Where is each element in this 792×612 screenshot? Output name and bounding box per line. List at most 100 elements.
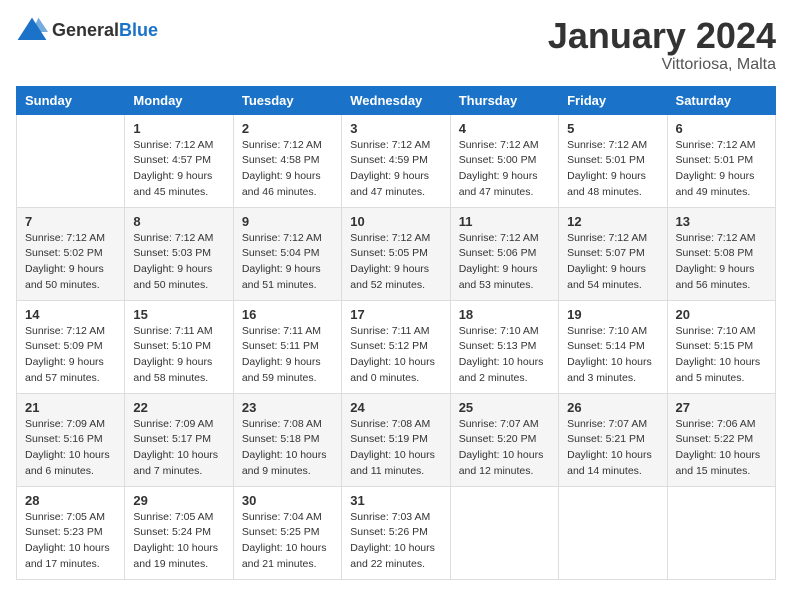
calendar-cell: 27Sunrise: 7:06 AM Sunset: 5:22 PM Dayli… bbox=[667, 393, 775, 486]
calendar-cell: 26 Sunrise: 7:07 AM Sunset: 5:21 PM Dayli… bbox=[559, 393, 667, 486]
header-thursday: Thursday bbox=[450, 86, 558, 114]
calendar-table: Sunday Monday Tuesday Wednesday Thursday… bbox=[16, 86, 776, 580]
day-info: Sunrise: 7:03 AM Sunset: 5:26 PM Dayligh… bbox=[350, 510, 441, 573]
day-info: Sunrise: 7:08 AM Sunset: 5:19 PM Dayligh… bbox=[350, 417, 441, 480]
header-tuesday: Tuesday bbox=[233, 86, 341, 114]
calendar-cell: 18 Sunrise: 7:10 AM Sunset: 5:13 PM Dayli… bbox=[450, 300, 558, 393]
day-info: Sunrise: 7:05 AM Sunset: 5:24 PM Dayligh… bbox=[133, 510, 224, 573]
calendar-cell: 7Sunrise: 7:12 AM Sunset: 5:02 PM Daylig… bbox=[17, 207, 125, 300]
header-sunday: Sunday bbox=[17, 86, 125, 114]
day-number: 6 bbox=[676, 121, 767, 136]
logo-icon bbox=[16, 16, 48, 44]
day-info: Sunrise: 7:12 AM Sunset: 5:03 PM Dayligh… bbox=[133, 231, 224, 294]
header-saturday: Saturday bbox=[667, 86, 775, 114]
day-info: Sunrise: 7:05 AM Sunset: 5:23 PM Dayligh… bbox=[25, 510, 116, 573]
calendar-cell: 21 Sunrise: 7:09 AM Sunset: 5:16 PM Dayli… bbox=[17, 393, 125, 486]
calendar-cell: 1 Sunrise: 7:12 AM Sunset: 4:57 PM Daylig… bbox=[125, 114, 233, 207]
day-info: Sunrise: 7:12 AM Sunset: 4:58 PM Dayligh… bbox=[242, 138, 333, 201]
calendar-cell: 14 Sunrise: 7:12 AM Sunset: 5:09 PM Dayli… bbox=[17, 300, 125, 393]
calendar-cell: 16 Sunrise: 7:11 AM Sunset: 5:11 PM Dayli… bbox=[233, 300, 341, 393]
day-number: 16 bbox=[242, 307, 333, 322]
day-info: Sunrise: 7:12 AM Sunset: 4:57 PM Dayligh… bbox=[133, 138, 224, 201]
day-number: 26 bbox=[567, 400, 658, 415]
calendar-cell: 2 Sunrise: 7:12 AM Sunset: 4:58 PM Daylig… bbox=[233, 114, 341, 207]
day-number: 5 bbox=[567, 121, 658, 136]
day-number: 24 bbox=[350, 400, 441, 415]
calendar-cell: 20Sunrise: 7:10 AM Sunset: 5:15 PM Dayli… bbox=[667, 300, 775, 393]
day-number: 23 bbox=[242, 400, 333, 415]
day-number: 17 bbox=[350, 307, 441, 322]
day-number: 29 bbox=[133, 493, 224, 508]
header-wednesday: Wednesday bbox=[342, 86, 450, 114]
day-number: 14 bbox=[25, 307, 116, 322]
week-row-5: 28 Sunrise: 7:05 AM Sunset: 5:23 PM Dayli… bbox=[17, 486, 776, 579]
calendar-cell: 17 Sunrise: 7:11 AM Sunset: 5:12 PM Dayli… bbox=[342, 300, 450, 393]
day-number: 21 bbox=[25, 400, 116, 415]
calendar-cell: 23 Sunrise: 7:08 AM Sunset: 5:18 PM Dayli… bbox=[233, 393, 341, 486]
page-header: GeneralBlue January 2024 Vittoriosa, Mal… bbox=[16, 16, 776, 74]
day-number: 18 bbox=[459, 307, 550, 322]
calendar-cell: 12Sunrise: 7:12 AM Sunset: 5:07 PM Dayli… bbox=[559, 207, 667, 300]
calendar-cell: 31 Sunrise: 7:03 AM Sunset: 5:26 PM Dayli… bbox=[342, 486, 450, 579]
header-friday: Friday bbox=[559, 86, 667, 114]
day-info: Sunrise: 7:10 AM Sunset: 5:15 PM Dayligh… bbox=[676, 324, 767, 387]
day-info: Sunrise: 7:10 AM Sunset: 5:13 PM Dayligh… bbox=[459, 324, 550, 387]
day-number: 1 bbox=[133, 121, 224, 136]
day-number: 25 bbox=[459, 400, 550, 415]
day-number: 8 bbox=[133, 214, 224, 229]
day-number: 15 bbox=[133, 307, 224, 322]
day-info: Sunrise: 7:12 AM Sunset: 5:04 PM Dayligh… bbox=[242, 231, 333, 294]
day-info: Sunrise: 7:08 AM Sunset: 5:18 PM Dayligh… bbox=[242, 417, 333, 480]
day-info: Sunrise: 7:11 AM Sunset: 5:11 PM Dayligh… bbox=[242, 324, 333, 387]
day-info: Sunrise: 7:12 AM Sunset: 5:08 PM Dayligh… bbox=[676, 231, 767, 294]
day-info: Sunrise: 7:04 AM Sunset: 5:25 PM Dayligh… bbox=[242, 510, 333, 573]
day-number: 9 bbox=[242, 214, 333, 229]
calendar-cell bbox=[450, 486, 558, 579]
day-info: Sunrise: 7:12 AM Sunset: 5:01 PM Dayligh… bbox=[676, 138, 767, 201]
header-row: Sunday Monday Tuesday Wednesday Thursday… bbox=[17, 86, 776, 114]
week-row-3: 14 Sunrise: 7:12 AM Sunset: 5:09 PM Dayli… bbox=[17, 300, 776, 393]
day-info: Sunrise: 7:12 AM Sunset: 5:09 PM Dayligh… bbox=[25, 324, 116, 387]
calendar-body: 1 Sunrise: 7:12 AM Sunset: 4:57 PM Daylig… bbox=[17, 114, 776, 579]
day-info: Sunrise: 7:12 AM Sunset: 5:05 PM Dayligh… bbox=[350, 231, 441, 294]
calendar-cell bbox=[667, 486, 775, 579]
calendar-cell: 28 Sunrise: 7:05 AM Sunset: 5:23 PM Dayli… bbox=[17, 486, 125, 579]
calendar-cell: 15Sunrise: 7:11 AM Sunset: 5:10 PM Dayli… bbox=[125, 300, 233, 393]
day-info: Sunrise: 7:12 AM Sunset: 5:00 PM Dayligh… bbox=[459, 138, 550, 201]
calendar-cell: 29 Sunrise: 7:05 AM Sunset: 5:24 PM Dayli… bbox=[125, 486, 233, 579]
week-row-4: 21 Sunrise: 7:09 AM Sunset: 5:16 PM Dayli… bbox=[17, 393, 776, 486]
calendar-cell: 6 Sunrise: 7:12 AM Sunset: 5:01 PM Daylig… bbox=[667, 114, 775, 207]
calendar-cell: 22Sunrise: 7:09 AM Sunset: 5:17 PM Dayli… bbox=[125, 393, 233, 486]
calendar-cell bbox=[559, 486, 667, 579]
location-subtitle: Vittoriosa, Malta bbox=[548, 56, 776, 74]
day-info: Sunrise: 7:12 AM Sunset: 5:06 PM Dayligh… bbox=[459, 231, 550, 294]
calendar-cell: 3 Sunrise: 7:12 AM Sunset: 4:59 PM Daylig… bbox=[342, 114, 450, 207]
day-info: Sunrise: 7:06 AM Sunset: 5:22 PM Dayligh… bbox=[676, 417, 767, 480]
day-info: Sunrise: 7:07 AM Sunset: 5:20 PM Dayligh… bbox=[459, 417, 550, 480]
day-number: 31 bbox=[350, 493, 441, 508]
day-number: 7 bbox=[25, 214, 116, 229]
day-number: 2 bbox=[242, 121, 333, 136]
day-number: 3 bbox=[350, 121, 441, 136]
day-number: 10 bbox=[350, 214, 441, 229]
month-title: January 2024 bbox=[548, 16, 776, 56]
day-number: 22 bbox=[133, 400, 224, 415]
calendar-cell: 25 Sunrise: 7:07 AM Sunset: 5:20 PM Dayli… bbox=[450, 393, 558, 486]
day-info: Sunrise: 7:11 AM Sunset: 5:12 PM Dayligh… bbox=[350, 324, 441, 387]
day-number: 13 bbox=[676, 214, 767, 229]
logo-text-general: General bbox=[52, 20, 119, 40]
calendar-cell: 30Sunrise: 7:04 AM Sunset: 5:25 PM Dayli… bbox=[233, 486, 341, 579]
header-monday: Monday bbox=[125, 86, 233, 114]
logo: GeneralBlue bbox=[16, 16, 158, 44]
week-row-1: 1 Sunrise: 7:12 AM Sunset: 4:57 PM Daylig… bbox=[17, 114, 776, 207]
day-info: Sunrise: 7:12 AM Sunset: 4:59 PM Dayligh… bbox=[350, 138, 441, 201]
calendar-cell: 5Sunrise: 7:12 AM Sunset: 5:01 PM Daylig… bbox=[559, 114, 667, 207]
day-info: Sunrise: 7:09 AM Sunset: 5:16 PM Dayligh… bbox=[25, 417, 116, 480]
day-number: 12 bbox=[567, 214, 658, 229]
day-number: 28 bbox=[25, 493, 116, 508]
day-info: Sunrise: 7:07 AM Sunset: 5:21 PM Dayligh… bbox=[567, 417, 658, 480]
calendar-cell: 19Sunrise: 7:10 AM Sunset: 5:14 PM Dayli… bbox=[559, 300, 667, 393]
calendar-cell: 4Sunrise: 7:12 AM Sunset: 5:00 PM Daylig… bbox=[450, 114, 558, 207]
day-number: 19 bbox=[567, 307, 658, 322]
calendar-cell: 13 Sunrise: 7:12 AM Sunset: 5:08 PM Dayli… bbox=[667, 207, 775, 300]
